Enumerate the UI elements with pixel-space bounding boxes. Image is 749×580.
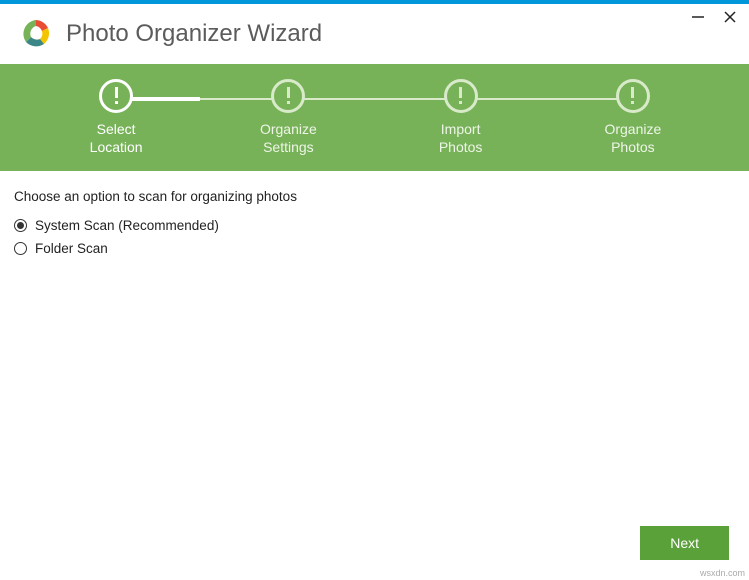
close-button[interactable]: [723, 10, 737, 24]
radio-label: System Scan (Recommended): [35, 218, 219, 233]
instruction-text: Choose an option to scan for organizing …: [14, 189, 735, 204]
next-button[interactable]: Next: [640, 526, 729, 560]
exclamation-icon: [271, 79, 305, 113]
exclamation-icon: [444, 79, 478, 113]
footer: Next: [640, 526, 729, 560]
option-folder-scan[interactable]: Folder Scan: [14, 241, 735, 256]
header: Photo Organizer Wizard: [0, 4, 749, 64]
minimize-button[interactable]: [691, 10, 705, 24]
watermark: wsxdn.com: [700, 568, 745, 578]
radio-label: Folder Scan: [35, 241, 108, 256]
app-title: Photo Organizer Wizard: [66, 20, 322, 48]
step-organize-photos[interactable]: OrganizePhotos: [558, 79, 708, 156]
step-organize-settings[interactable]: OrganizeSettings: [213, 79, 363, 156]
step-label: OrganizePhotos: [604, 121, 661, 156]
exclamation-icon: [616, 79, 650, 113]
step-label: ImportPhotos: [439, 121, 483, 156]
option-system-scan[interactable]: System Scan (Recommended): [14, 218, 735, 233]
step-select-location[interactable]: SelectLocation: [41, 79, 191, 156]
content-area: Choose an option to scan for organizing …: [0, 171, 749, 282]
window-controls: [691, 10, 737, 24]
step-label: SelectLocation: [90, 121, 143, 156]
step-import-photos[interactable]: ImportPhotos: [386, 79, 536, 156]
radio-icon: [14, 219, 27, 232]
wizard-stepper: SelectLocation OrganizeSettings ImportPh…: [0, 64, 749, 171]
radio-icon: [14, 242, 27, 255]
app-logo-icon: [20, 18, 52, 50]
step-label: OrganizeSettings: [260, 121, 317, 156]
exclamation-icon: [99, 79, 133, 113]
